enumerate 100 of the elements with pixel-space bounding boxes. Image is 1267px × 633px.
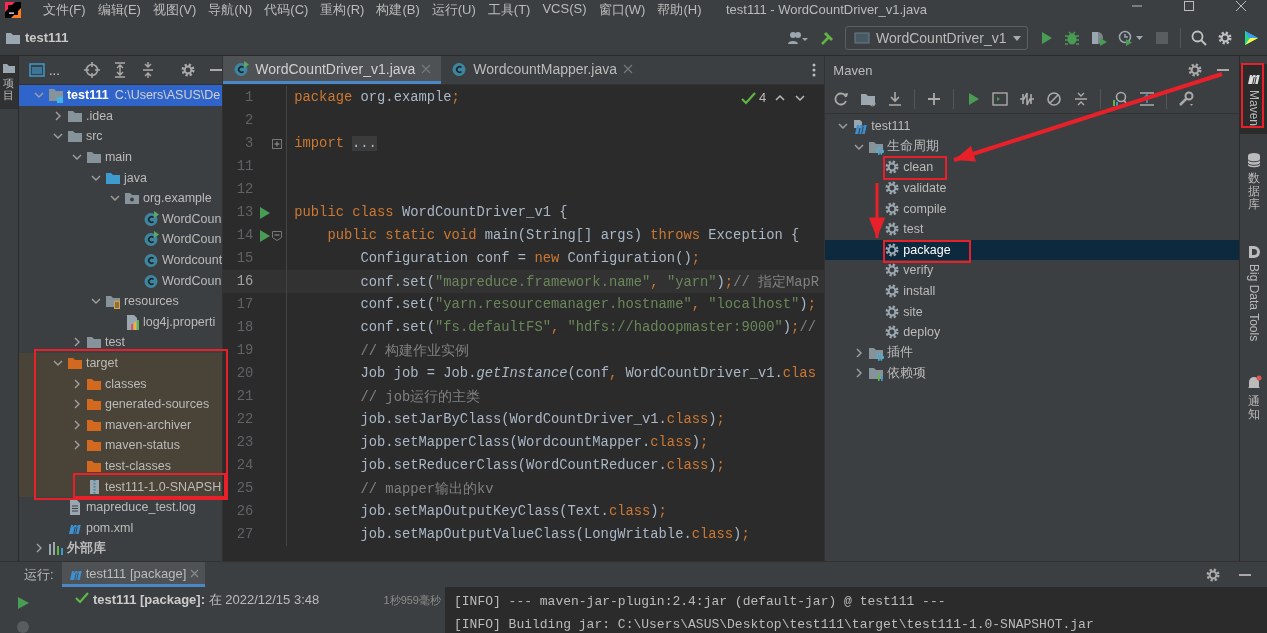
run-result[interactable]: test111 [package]: 在 2022/12/15 3:48 bbox=[93, 591, 320, 609]
bug-icon[interactable] bbox=[1064, 29, 1080, 46]
run-configuration-dropdown[interactable]: WordCountDriver_v1 bbox=[845, 25, 1028, 50]
tree-item[interactable]: test111 bbox=[825, 116, 1239, 137]
project-name[interactable]: test111 bbox=[25, 30, 69, 45]
wrench-icon[interactable] bbox=[1178, 90, 1195, 107]
terminal-icon[interactable] bbox=[992, 90, 1009, 107]
expand-fold-icon[interactable] bbox=[272, 138, 283, 149]
tree-item[interactable]: mapreduce_test.log bbox=[18, 496, 223, 518]
collapse-all-icon[interactable] bbox=[1073, 90, 1090, 107]
inspection-count: 4 bbox=[741, 90, 767, 105]
module-folder-icon bbox=[47, 87, 64, 104]
side-tab[interactable]: Big Data Tools bbox=[1240, 237, 1267, 349]
tree-item[interactable]: Wordcount bbox=[18, 249, 223, 271]
line-number: 11 bbox=[235, 159, 254, 174]
menu-item[interactable]: 代码(C) bbox=[258, 1, 315, 19]
tree-item[interactable]: package bbox=[825, 239, 1239, 261]
run-icon[interactable] bbox=[259, 228, 272, 243]
tree-item[interactable]: install bbox=[825, 280, 1239, 302]
tree-item[interactable]: log4j.properti bbox=[18, 311, 223, 333]
side-tab[interactable]: 通知 bbox=[1240, 368, 1267, 430]
coverage-icon[interactable] bbox=[1090, 29, 1108, 46]
tree-item[interactable]: .idea bbox=[18, 105, 223, 127]
analyze-dependencies-icon[interactable] bbox=[1112, 90, 1129, 107]
more-icon[interactable] bbox=[812, 63, 817, 77]
menu-item[interactable]: 视图(V) bbox=[146, 1, 203, 19]
reload-icon[interactable] bbox=[833, 90, 850, 107]
run-tab[interactable]: test111 [package] bbox=[61, 562, 206, 587]
line-number: 14 bbox=[235, 228, 254, 243]
gear-icon bbox=[884, 180, 901, 197]
maximize-icon[interactable] bbox=[1183, 0, 1195, 12]
tree-item[interactable]: java bbox=[18, 167, 223, 188]
fold-icon[interactable] bbox=[272, 230, 283, 241]
close-icon[interactable] bbox=[623, 63, 634, 74]
menu-item[interactable]: 帮助(H) bbox=[651, 1, 708, 19]
menu-item[interactable]: 工具(T) bbox=[481, 1, 537, 19]
tree-item[interactable]: site bbox=[825, 301, 1239, 322]
code-line: conf.set("mapreduce.framework.name", "yarn");// 指定MapR bbox=[359, 273, 820, 291]
tree-item[interactable]: verify bbox=[825, 260, 1239, 281]
tree-item[interactable]: WordCoun bbox=[18, 208, 223, 230]
add-icon[interactable] bbox=[926, 90, 943, 107]
tree-item[interactable]: src bbox=[18, 126, 223, 147]
profiler-icon[interactable] bbox=[1118, 29, 1144, 46]
menu-item[interactable]: 重构(R) bbox=[314, 1, 371, 19]
menu-item[interactable]: 构建(B) bbox=[370, 1, 426, 19]
rerun-icon[interactable] bbox=[15, 596, 30, 610]
toggle-offline-icon[interactable] bbox=[1019, 90, 1036, 107]
tree-item[interactable]: test111-1.0-SNAPSH bbox=[18, 476, 223, 497]
tree-item[interactable]: resources bbox=[18, 290, 223, 312]
user-icon[interactable] bbox=[787, 29, 809, 46]
locate-icon[interactable] bbox=[83, 62, 100, 78]
menu-item[interactable]: 窗口(W) bbox=[592, 1, 652, 19]
menu-item[interactable]: 编辑(E) bbox=[91, 1, 147, 19]
tree-item[interactable]: WordCoun bbox=[18, 229, 223, 250]
panel-icon[interactable] bbox=[28, 62, 45, 78]
settings-icon[interactable] bbox=[1187, 62, 1203, 78]
menu-item[interactable]: 导航(N) bbox=[202, 1, 259, 19]
editor-tab[interactable]: WordCountDriver_v1.java bbox=[223, 56, 442, 84]
tree-item[interactable]: pom.xml bbox=[18, 517, 223, 539]
tree-item[interactable]: test bbox=[825, 218, 1239, 240]
tree-item[interactable]: 生命周期 bbox=[825, 136, 1239, 158]
tree-item[interactable]: maven-status bbox=[18, 435, 223, 456]
settings-icon[interactable] bbox=[1217, 29, 1233, 46]
tree-item[interactable]: clean bbox=[825, 157, 1239, 178]
side-tab[interactable]: 数据库 bbox=[1240, 146, 1267, 220]
settings-icon[interactable] bbox=[1205, 566, 1221, 583]
settings-icon[interactable] bbox=[179, 62, 196, 78]
tree-item[interactable]: classes bbox=[18, 373, 223, 394]
run-icon[interactable] bbox=[259, 205, 272, 220]
line-number: 16 bbox=[235, 274, 254, 289]
tree-item[interactable]: WordCoun bbox=[18, 270, 223, 291]
editor-tab[interactable]: WordcountMapper.java bbox=[441, 56, 644, 84]
search-icon[interactable] bbox=[1191, 29, 1207, 46]
code-line: Job job = Job.getInstance(conf, WordCountDriver_v1.clas bbox=[359, 366, 816, 381]
tree-item[interactable]: org.example bbox=[18, 187, 223, 209]
skip-tests-icon[interactable] bbox=[1046, 90, 1063, 107]
side-tab[interactable]: 项目 bbox=[0, 56, 18, 110]
show-dependencies-icon[interactable] bbox=[1139, 90, 1156, 107]
hammer-icon[interactable] bbox=[819, 29, 835, 46]
plugin-logo-icon[interactable] bbox=[1243, 29, 1259, 46]
tree-item[interactable]: 外部库 bbox=[18, 538, 223, 559]
tree-item[interactable]: 依赖项 bbox=[825, 363, 1239, 384]
tree-item[interactable]: 插件 bbox=[825, 342, 1239, 364]
line-number: 22 bbox=[235, 412, 254, 427]
gear-icon bbox=[884, 303, 901, 320]
tree-item[interactable]: deploy bbox=[825, 321, 1239, 343]
menu-item[interactable]: 运行(U) bbox=[425, 1, 482, 19]
tree-item[interactable]: compile bbox=[825, 198, 1239, 219]
download-icon[interactable] bbox=[887, 90, 904, 107]
tree-item[interactable]: test111 C:\Users\ASUS\De bbox=[18, 85, 223, 106]
view-selector[interactable]: ... bbox=[48, 62, 60, 78]
close-icon[interactable] bbox=[1235, 0, 1247, 12]
menu-item[interactable]: 文件(F) bbox=[37, 1, 92, 19]
menu-item[interactable]: VCS(S) bbox=[536, 1, 593, 19]
code-line: job.setReducerClass(WordCountReducer.class); bbox=[359, 458, 725, 473]
tree-item[interactable]: test bbox=[18, 332, 223, 353]
tree-item[interactable]: main bbox=[18, 146, 223, 168]
tree-item[interactable]: target bbox=[18, 352, 223, 374]
tree-item[interactable]: validate bbox=[825, 177, 1239, 199]
line-number: 15 bbox=[235, 251, 254, 266]
